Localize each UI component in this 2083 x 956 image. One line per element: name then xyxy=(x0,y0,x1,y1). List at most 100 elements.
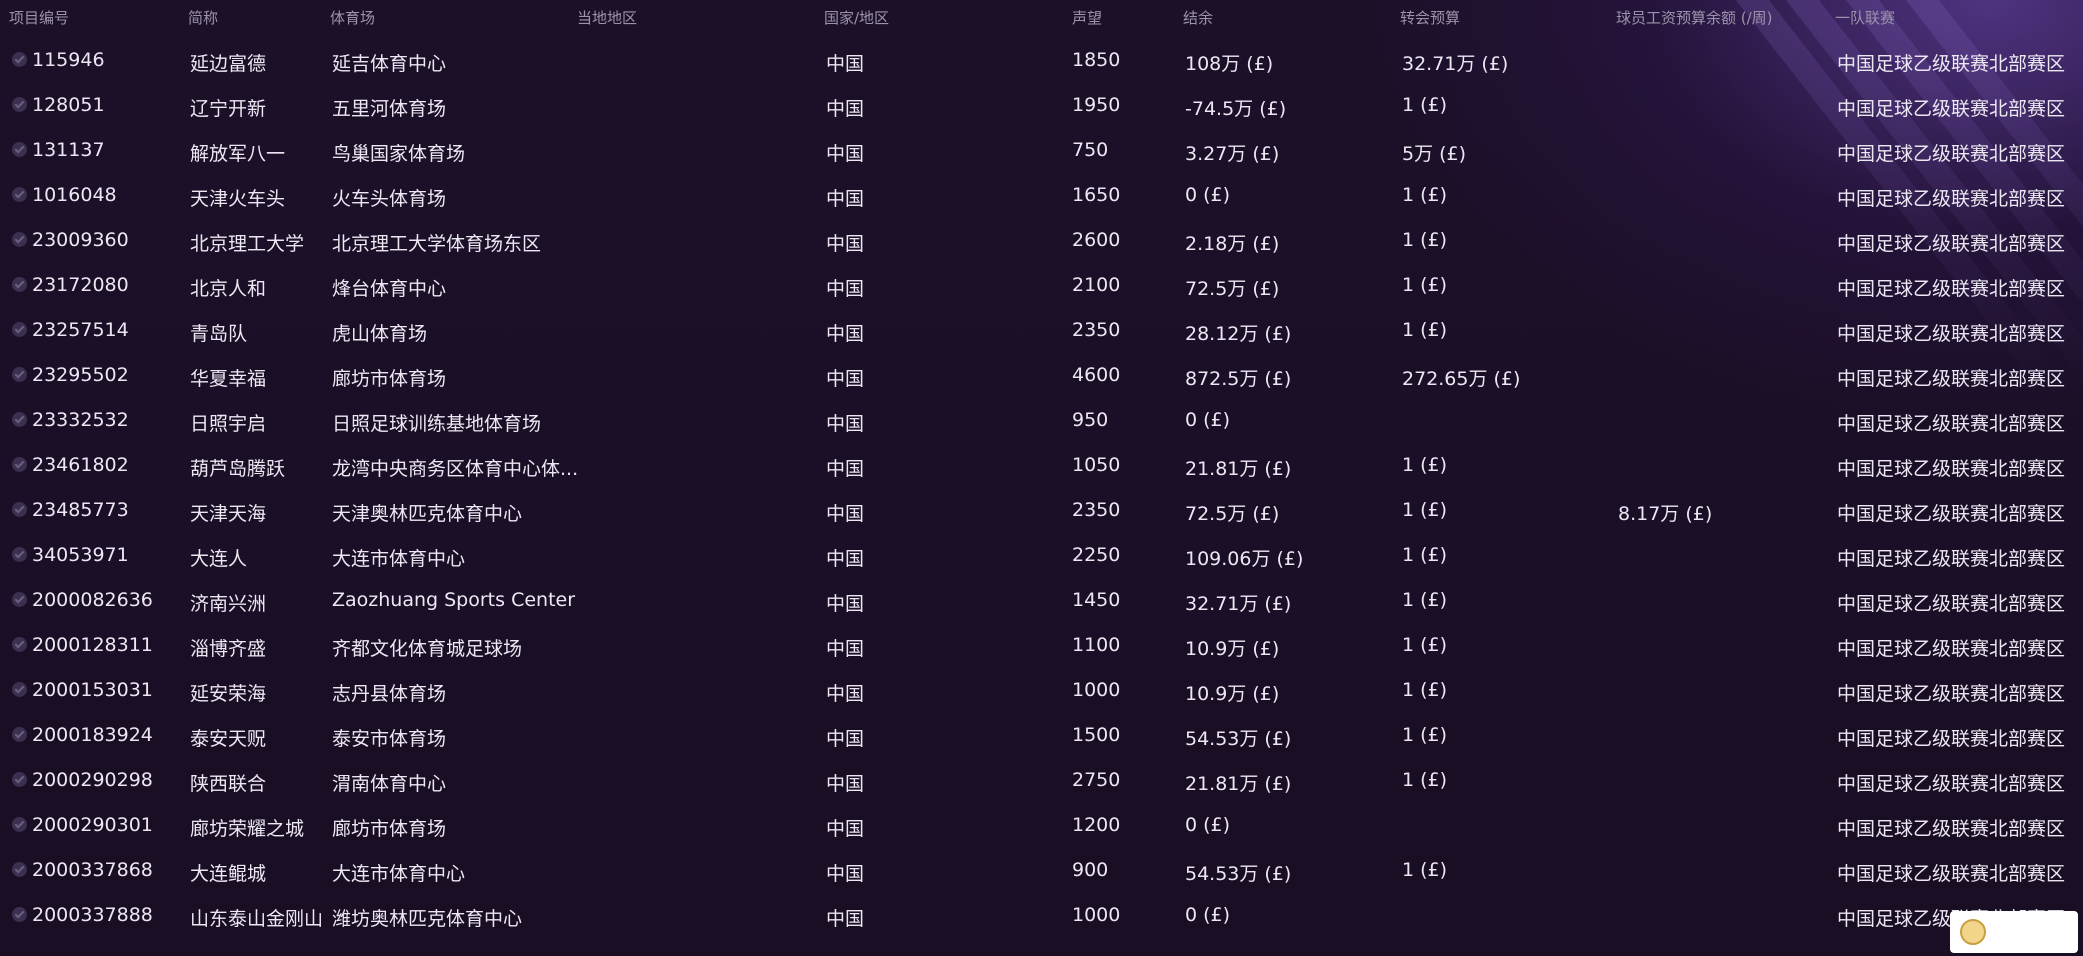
table-row[interactable]: 23295502 华夏幸福 廊坊市体育场 中国 4600 872.5万 (£) 272.65… xyxy=(0,352,2083,397)
cell-stadium: 廊坊市体育场 xyxy=(332,368,447,390)
table-row[interactable]: 23461802 葫芦岛腾跃 龙湾中央商务区体育中心体... 中国 1050 21.81万… xyxy=(0,442,2083,487)
column-header-reputation[interactable]: 声望 xyxy=(1072,7,1102,28)
cell-stadium: 齐都文化体育城足球场 xyxy=(332,638,523,660)
cell-short-name: 延边富德 xyxy=(190,53,267,75)
check-circle-icon[interactable] xyxy=(12,142,27,157)
cell-stadium: 泰安市体育场 xyxy=(332,728,447,750)
cell-league: 中国足球乙级联赛北部赛区 xyxy=(1837,233,2066,255)
cell-reputation: 1000 xyxy=(1072,904,1121,926)
check-circle-icon[interactable] xyxy=(12,592,27,607)
cell-reputation: 1650 xyxy=(1072,184,1121,206)
column-header-transfer-budget[interactable]: 转会预算 xyxy=(1400,7,1460,28)
cell-reputation: 1200 xyxy=(1072,814,1121,836)
cell-reputation: 1000 xyxy=(1072,679,1121,701)
table-row[interactable]: 23485773 天津天海 天津奥林匹克体育中心 中国 2350 72.5万 (£) 1 (… xyxy=(0,487,2083,532)
table-row[interactable]: 1016048 天津火车头 火车头体育场 中国 1650 0 (£) 1 (£) 中国足球乙级… xyxy=(0,172,2083,217)
check-circle-icon[interactable] xyxy=(12,682,27,697)
cell-balance: 10.9万 (£) xyxy=(1185,638,1280,660)
column-header-local-region[interactable]: 当地地区 xyxy=(577,7,637,28)
cell-id: 128051 xyxy=(32,94,105,116)
cell-id: 2000337868 xyxy=(32,859,153,881)
check-circle-icon[interactable] xyxy=(12,97,27,112)
table-row[interactable]: 23172080 北京人和 烽台体育中心 中国 2100 72.5万 (£) 1 (£) 中国… xyxy=(0,262,2083,307)
table-row[interactable]: 131137 解放军八一 鸟巢国家体育场 中国 750 3.27万 (£) 5万 (£) 中国… xyxy=(0,127,2083,172)
cell-id: 2000183924 xyxy=(32,724,153,746)
check-circle-icon[interactable] xyxy=(12,367,27,382)
cell-balance: 109.06万 (£) xyxy=(1185,548,1304,570)
cell-id: 1016048 xyxy=(32,184,117,206)
check-circle-icon[interactable] xyxy=(12,907,27,922)
cell-balance: 2.18万 (£) xyxy=(1185,233,1280,255)
table-row[interactable]: 128051 辽宁开新 五里河体育场 中国 1950 -74.5万 (£) 1 (£) 中国足… xyxy=(0,82,2083,127)
column-header-wage-budget[interactable]: 球员工资预算余额 (/周) xyxy=(1616,7,1773,28)
cell-balance: 21.81万 (£) xyxy=(1185,773,1292,795)
cell-league: 中国足球乙级联赛北部赛区 xyxy=(1837,728,2066,750)
check-circle-icon[interactable] xyxy=(12,412,27,427)
cell-reputation: 950 xyxy=(1072,409,1109,431)
column-header-league[interactable]: 一队联赛 xyxy=(1835,7,1895,28)
table-row[interactable]: 115946 延边富德 延吉体育中心 中国 1850 108万 (£) 32.71万 (£)… xyxy=(0,37,2083,82)
check-circle-icon[interactable] xyxy=(12,52,27,67)
table-header: 项目编号 简称 体育场 当地地区 国家/地区 声望 结余 转会预算 球员工资预算… xyxy=(0,0,2083,34)
cell-short-name: 淄博齐盛 xyxy=(190,638,267,660)
check-circle-icon[interactable] xyxy=(12,817,27,832)
column-header-short-name[interactable]: 简称 xyxy=(188,7,218,28)
check-circle-icon[interactable] xyxy=(12,502,27,517)
cell-short-name: 济南兴洲 xyxy=(190,593,267,615)
table-row[interactable]: 23009360 北京理工大学 北京理工大学体育场东区 中国 2600 2.18万 (£)… xyxy=(0,217,2083,262)
table-row[interactable]: 2000290301 廊坊荣耀之城 廊坊市体育场 中国 1200 0 (£) 中国足球乙级联… xyxy=(0,802,2083,847)
cell-stadium: 大连市体育中心 xyxy=(332,863,466,885)
check-circle-icon[interactable] xyxy=(12,232,27,247)
cell-id: 34053971 xyxy=(32,544,129,566)
table-row[interactable]: 2000337888山东泰山金刚山潍坊奥林匹克体育中心中国10000 (£)中国… xyxy=(0,892,2083,937)
column-header-balance[interactable]: 结余 xyxy=(1183,7,1213,28)
cell-league: 中国足球乙级联赛北部赛区 xyxy=(1837,638,2066,660)
cell-nation: 中国 xyxy=(826,863,865,885)
check-circle-icon[interactable] xyxy=(12,322,27,337)
cell-short-name: 山东泰山金刚山 xyxy=(190,908,324,930)
table-row[interactable]: 2000153031 延安荣海 志丹县体育场 中国 1000 10.9万 (£) 1 (£)… xyxy=(0,667,2083,712)
check-circle-icon[interactable] xyxy=(12,277,27,292)
cell-short-name: 延安荣海 xyxy=(190,683,267,705)
cell-reputation: 2350 xyxy=(1072,319,1121,341)
check-circle-icon[interactable] xyxy=(12,862,27,877)
check-circle-icon[interactable] xyxy=(12,637,27,652)
column-header-id[interactable]: 项目编号 xyxy=(9,7,69,28)
cell-reputation: 1100 xyxy=(1072,634,1121,656)
table-row[interactable]: 2000128311 淄博齐盛 齐都文化体育城足球场 中国 1100 10.9万 (£) 1… xyxy=(0,622,2083,667)
cell-league: 中国足球乙级联赛北部赛区 xyxy=(1837,53,2066,75)
table-row[interactable]: 34053971 大连人 大连市体育中心 中国 2250 109.06万 (£) 1 (£)… xyxy=(0,532,2083,577)
cell-balance: 54.53万 (£) xyxy=(1185,863,1292,885)
cell-balance: 28.12万 (£) xyxy=(1185,323,1292,345)
column-header-nation[interactable]: 国家/地区 xyxy=(824,7,889,28)
cell-reputation: 1950 xyxy=(1072,94,1121,116)
check-circle-icon[interactable] xyxy=(12,547,27,562)
column-header-stadium[interactable]: 体育场 xyxy=(330,7,375,28)
check-circle-icon[interactable] xyxy=(12,187,27,202)
check-circle-icon[interactable] xyxy=(12,727,27,742)
table-row[interactable]: 2000183924 泰安天贶 泰安市体育场 中国 1500 54.53万 (£) 1 (£… xyxy=(0,712,2083,757)
cell-stadium: 渭南体育中心 xyxy=(332,773,447,795)
table-row[interactable]: 23332532 日照宇启 日照足球训练基地体育场 中国 950 0 (£) 中国足球乙级联… xyxy=(0,397,2083,442)
cell-short-name: 葫芦岛腾跃 xyxy=(190,458,286,480)
cell-stadium: 火车头体育场 xyxy=(332,188,447,210)
cell-transfer-budget: 1 (£) xyxy=(1402,634,1448,656)
cell-id: 2000128311 xyxy=(32,634,153,656)
cell-nation: 中国 xyxy=(826,413,865,435)
table-row[interactable]: 2000082636 济南兴洲 Zaozhuang Sports Center 中国 1… xyxy=(0,577,2083,622)
cell-balance: 0 (£) xyxy=(1185,904,1231,926)
cell-reputation: 4600 xyxy=(1072,364,1121,386)
table-row[interactable]: 23257514 青岛队 虎山体育场 中国 2350 28.12万 (£) 1 (£) 中国足… xyxy=(0,307,2083,352)
check-circle-icon[interactable] xyxy=(12,772,27,787)
table-row[interactable]: 2000337868 大连鲲城 大连市体育中心 中国 900 54.53万 (£) 1 (£… xyxy=(0,847,2083,892)
cell-balance: 872.5万 (£) xyxy=(1185,368,1292,390)
cell-short-name: 日照宇启 xyxy=(190,413,267,435)
cell-short-name: 天津火车头 xyxy=(190,188,286,210)
table-row[interactable]: 2000290298 陕西联合 渭南体育中心 中国 2750 21.81万 (£) 1 (£… xyxy=(0,757,2083,802)
check-circle-icon[interactable] xyxy=(12,457,27,472)
cell-balance: 0 (£) xyxy=(1185,409,1231,431)
cell-id: 23257514 xyxy=(32,319,129,341)
corner-widget[interactable] xyxy=(1950,911,2078,953)
cell-stadium: 大连市体育中心 xyxy=(332,548,466,570)
cell-nation: 中国 xyxy=(826,728,865,750)
